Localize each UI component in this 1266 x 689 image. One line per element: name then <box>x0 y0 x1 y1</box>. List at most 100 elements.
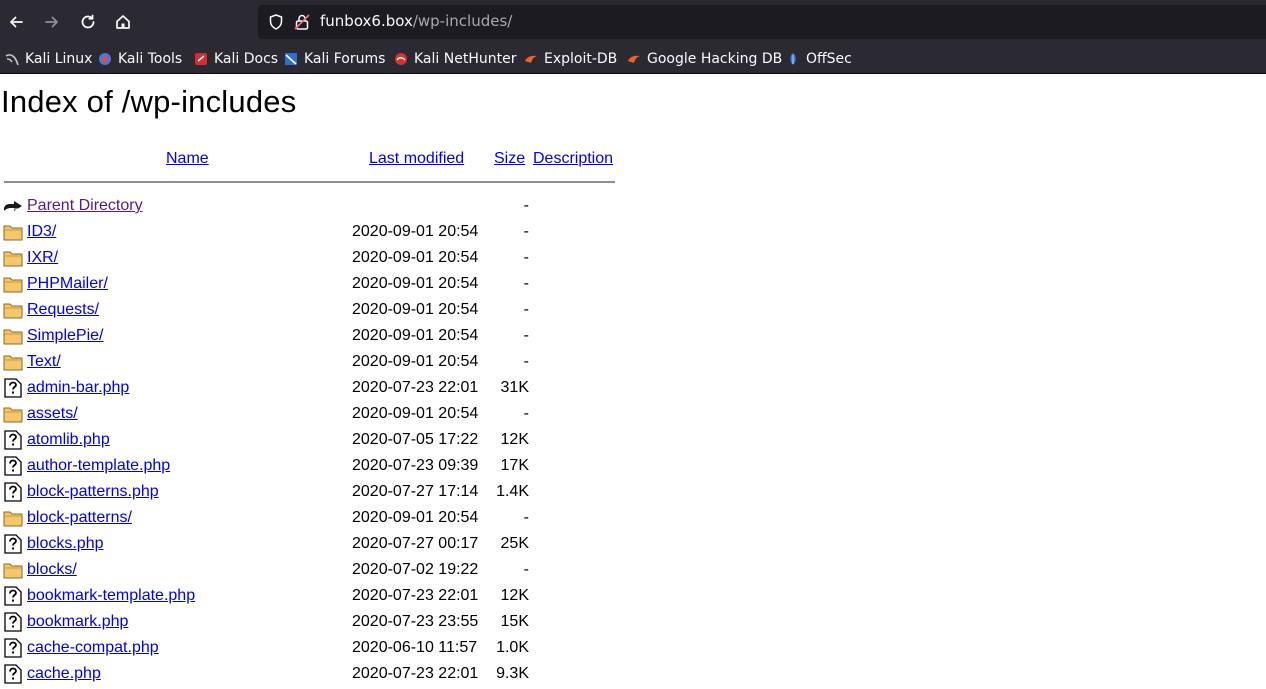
size-cell: - <box>523 353 529 370</box>
kali-docs-icon <box>195 52 207 65</box>
table-row: assets/2020-09-01 20:54 - <box>0 402 620 428</box>
size-cell: - <box>523 249 529 266</box>
entry-link[interactable]: Text/ <box>27 353 61 371</box>
last-modified-cell: 2020-09-01 20:54 <box>352 353 479 370</box>
table-row: bookmark-template.php 2020-07-23 22:01 12K <box>0 584 620 610</box>
back-button[interactable] <box>2 8 30 36</box>
last-modified-cell: 2020-07-27 17:14 <box>352 483 479 500</box>
size-cell: - <box>523 327 529 344</box>
bookmark-kali-linux[interactable]: Kali Linux <box>5 49 92 68</box>
folder-icon[interactable] <box>3 508 23 528</box>
folder-icon[interactable] <box>3 248 23 268</box>
bookmark-label: Kali Linux <box>25 50 93 67</box>
entry-link[interactable]: PHPMailer/ <box>27 275 108 293</box>
entry-link[interactable]: cache-compat.php <box>27 639 159 657</box>
bookmark-label: Kali Tools <box>118 50 183 67</box>
size-cell: - <box>523 561 529 578</box>
reload-button[interactable] <box>74 8 102 36</box>
browser-toolbar: funbox6.box/wp-includes/ <box>0 0 1266 44</box>
bookmark-kali-tools[interactable]: Kali Tools <box>98 49 182 68</box>
last-modified-cell: 2020-07-23 09:39 <box>352 457 479 474</box>
column-header-description[interactable]: Description <box>533 150 613 168</box>
bookmark-kali-docs[interactable]: Kali Docs <box>194 49 278 68</box>
address-bar[interactable]: funbox6.box/wp-includes/ <box>258 5 1266 39</box>
last-modified-cell: 2020-07-27 00:17 <box>352 535 479 552</box>
folder-icon[interactable] <box>3 326 23 346</box>
table-row: IXR/2020-09-01 20:54 - <box>0 246 620 272</box>
bookmark-label: Exploit-DB <box>544 50 618 67</box>
unknown-file-icon[interactable] <box>3 456 23 476</box>
entry-link[interactable]: SimplePie/ <box>27 327 103 345</box>
back-arrow-icon[interactable] <box>3 196 23 216</box>
bookmark-label: Google Hacking DB <box>647 50 783 67</box>
url-text[interactable]: funbox6.box/wp-includes/ <box>320 12 512 30</box>
folder-icon[interactable] <box>3 300 23 320</box>
unknown-file-icon[interactable] <box>3 638 23 658</box>
folder-icon[interactable] <box>3 404 23 424</box>
size-cell: 9.3K <box>496 665 529 682</box>
entry-link[interactable]: assets/ <box>27 405 78 423</box>
entry-link[interactable]: IXR/ <box>27 249 58 267</box>
page-content: Index of /wp-includes Name Last modified… <box>0 74 1266 686</box>
unknown-file-icon[interactable] <box>3 612 23 632</box>
entry-link[interactable]: bookmark.php <box>27 613 128 631</box>
column-header-size[interactable]: Size <box>494 150 525 168</box>
reload-icon <box>81 14 95 29</box>
bookmark-kali-forums[interactable]: Kali Forums <box>284 49 385 68</box>
kali-dragon-icon <box>5 53 19 65</box>
entry-link[interactable]: bookmark-template.php <box>27 587 195 605</box>
last-modified-cell: 2020-09-01 20:54 <box>352 301 479 318</box>
unknown-file-icon[interactable] <box>3 430 23 450</box>
shield-icon[interactable] <box>267 13 285 31</box>
unknown-file-icon[interactable] <box>3 586 23 606</box>
entry-link[interactable]: ID3/ <box>27 223 56 241</box>
ghdb-icon <box>628 55 640 63</box>
folder-icon[interactable] <box>3 274 23 294</box>
unknown-file-icon[interactable] <box>3 378 23 398</box>
entry-link[interactable]: author-template.php <box>27 457 170 475</box>
bookmark-exploit-db[interactable]: Exploit-DB <box>524 49 617 68</box>
folder-icon[interactable] <box>3 222 23 242</box>
home-button[interactable] <box>109 8 137 36</box>
exploitdb-icon <box>525 55 537 63</box>
unknown-file-icon[interactable] <box>3 534 23 554</box>
entry-link[interactable]: block-patterns/ <box>27 509 132 527</box>
last-modified-cell: 2020-06-10 11:57 <box>352 639 478 656</box>
bookmark-label: Kali Forums <box>304 50 386 67</box>
size-cell: - <box>523 223 529 240</box>
size-cell: 25K <box>500 535 529 552</box>
last-modified-cell: 2020-09-01 20:54 <box>352 223 479 240</box>
table-row: Requests/2020-09-01 20:54 - <box>0 298 620 324</box>
column-header-name[interactable]: Name <box>166 150 209 168</box>
unknown-file-icon[interactable] <box>3 664 23 684</box>
entry-link[interactable]: blocks.php <box>27 535 104 553</box>
insecure-lock-icon[interactable] <box>293 13 311 31</box>
size-cell: 17K <box>500 457 529 474</box>
parent-directory-link[interactable]: Parent Directory <box>27 197 143 215</box>
table-row: author-template.php 2020-07-23 09:39 17K <box>0 454 620 480</box>
page-title: Index of /wp-includes <box>1 84 297 119</box>
entry-link[interactable]: Requests/ <box>27 301 99 319</box>
size-cell: 15K <box>500 613 529 630</box>
table-row: admin-bar.php 2020-07-23 22:01 31K <box>0 376 620 402</box>
bookmark-google-hacking-db[interactable]: Google Hacking DB <box>627 49 782 68</box>
folder-icon[interactable] <box>3 560 23 580</box>
size-cell: - <box>523 197 529 214</box>
folder-icon[interactable] <box>3 352 23 372</box>
size-cell: 1.0K <box>496 639 529 656</box>
entry-link[interactable]: cache.php <box>27 665 101 683</box>
entry-link[interactable]: blocks/ <box>27 561 77 579</box>
bookmark-offsec[interactable]: OffSec <box>786 49 852 68</box>
entry-link[interactable]: block-patterns.php <box>27 483 159 501</box>
entry-link[interactable]: admin-bar.php <box>27 379 129 397</box>
unknown-file-icon[interactable] <box>3 482 23 502</box>
bookmark-kali-nethunter[interactable]: Kali NetHunter <box>394 49 516 68</box>
table-row: blocks/2020-07-02 19:22 - <box>0 558 620 584</box>
last-modified-cell: 2020-09-01 20:54 <box>352 509 479 526</box>
bookmark-label: OffSec <box>806 50 852 67</box>
last-modified-cell: 2020-07-05 17:22 <box>352 431 479 448</box>
forward-button[interactable] <box>38 8 66 36</box>
parent-directory-row: Parent Directory - <box>0 194 620 220</box>
column-header-last-modified[interactable]: Last modified <box>369 150 464 168</box>
entry-link[interactable]: atomlib.php <box>27 431 110 449</box>
